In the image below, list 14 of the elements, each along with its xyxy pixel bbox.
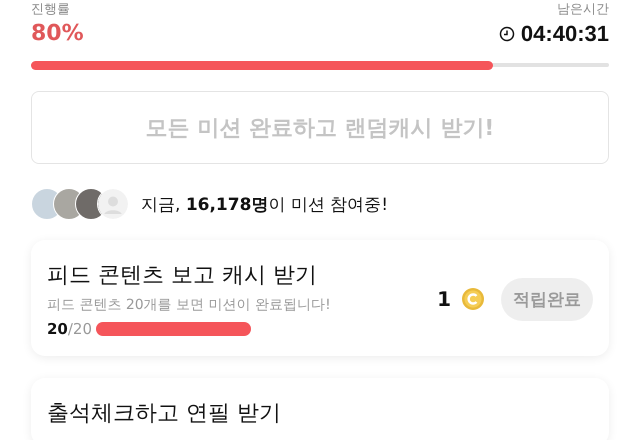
remaining-time: 04:40:31	[520, 20, 609, 48]
avatar-silhouette-icon	[97, 188, 129, 220]
progress-label: 진행률	[31, 2, 71, 17]
remaining-time-label: 남은시간	[557, 2, 609, 17]
mission-status-button[interactable]: 적립완료	[501, 278, 593, 320]
mission-count: 20/20	[47, 320, 92, 338]
mission-title: 피드 콘텐츠 보고 캐시 받기	[47, 262, 318, 290]
mission-title: 출석체크하고 연필 받기	[47, 400, 281, 428]
progress-percent: 80%	[31, 20, 84, 48]
reward-amount: 1	[437, 287, 451, 311]
mission-description: 피드 콘텐츠 20개를 보면 미션이 완료됩니다!	[47, 296, 331, 314]
participants-text: 지금, 16,178명이 미션 참여중!	[141, 194, 388, 216]
clock-icon	[498, 26, 515, 42]
coin-icon	[461, 287, 485, 311]
